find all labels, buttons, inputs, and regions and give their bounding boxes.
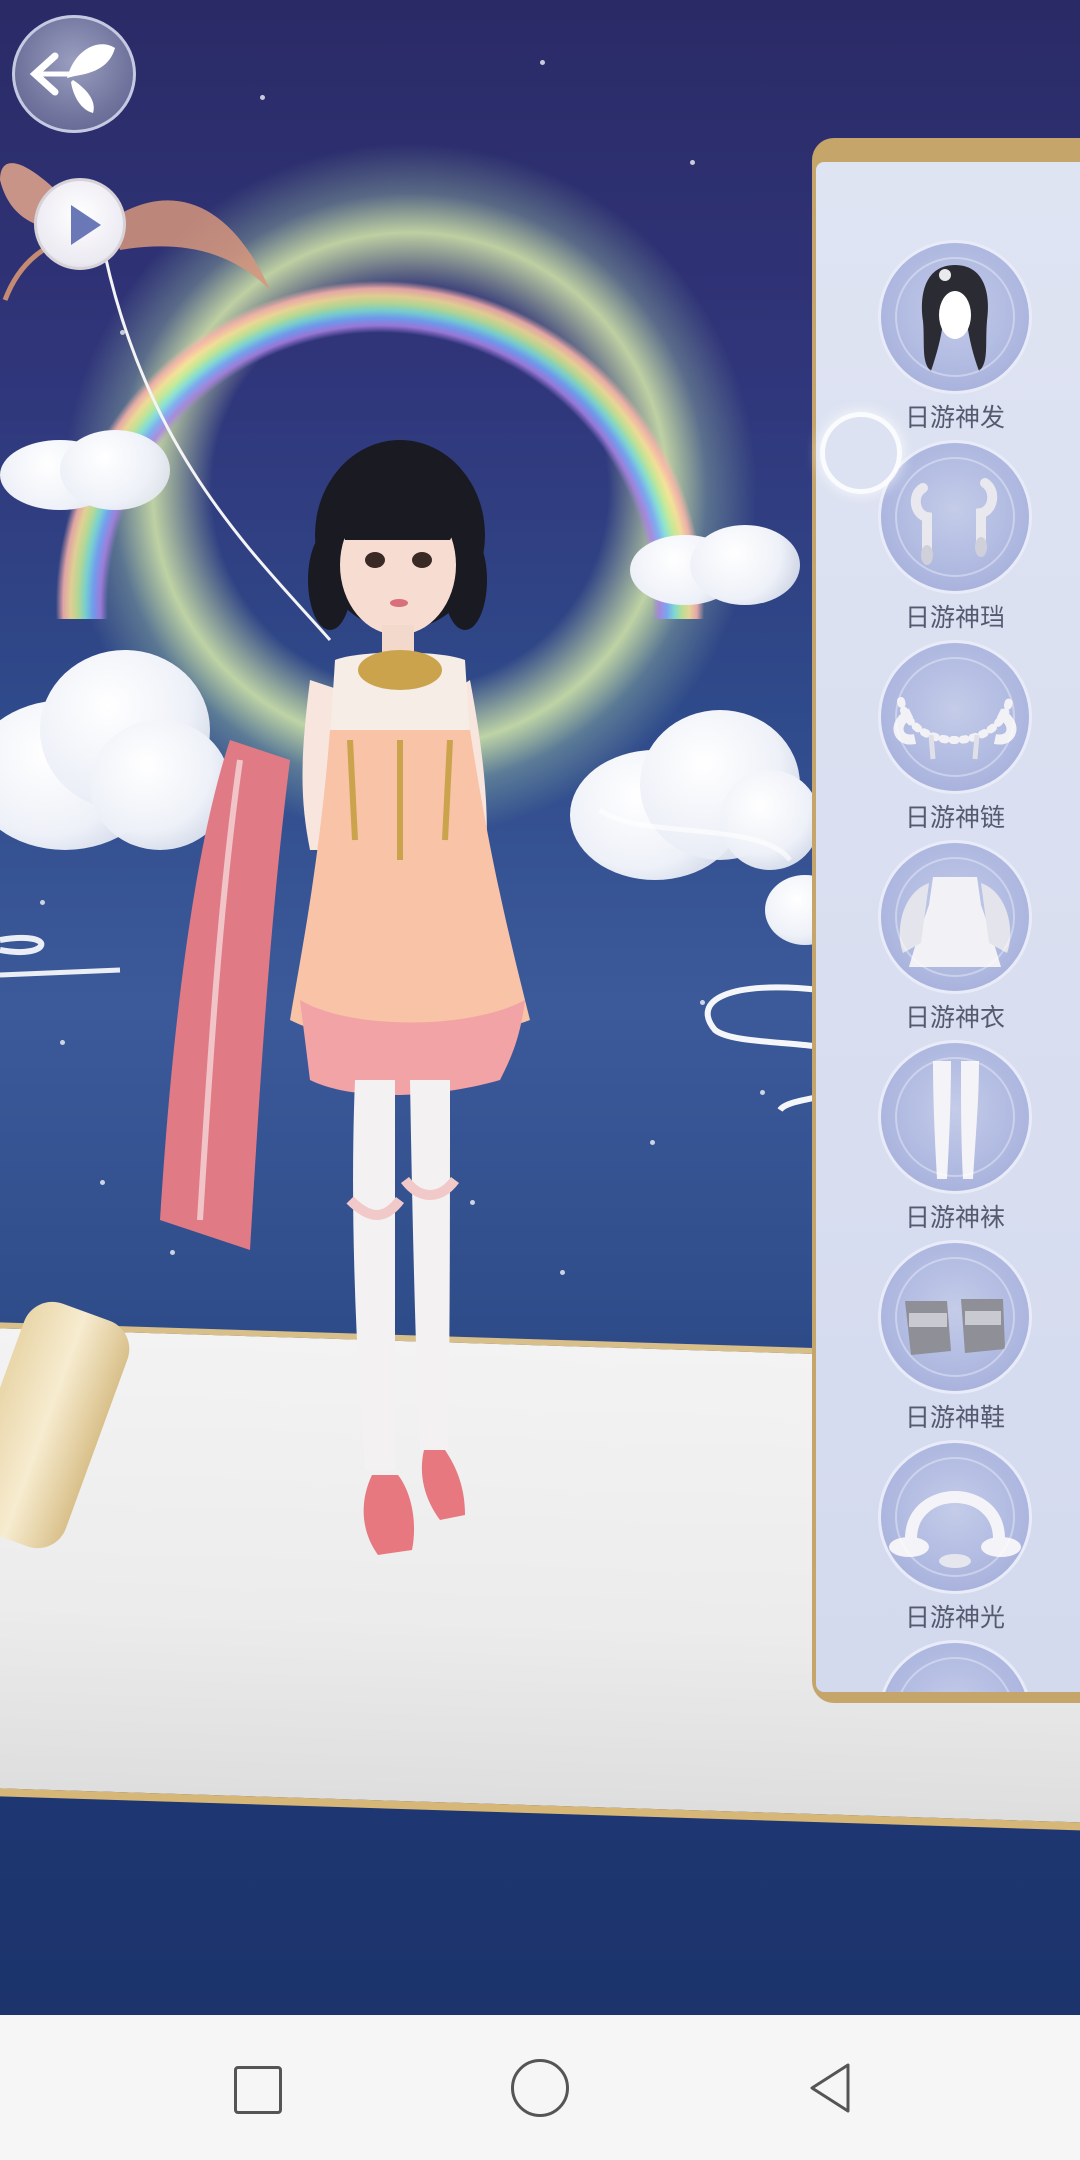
earrings-icon xyxy=(878,440,1032,594)
circle-icon xyxy=(511,2059,569,2117)
triangle-back-icon xyxy=(810,2063,850,2113)
halo-effect-icon xyxy=(878,1440,1032,1594)
item-label: 日游神链 xyxy=(904,803,1005,832)
dress-icon xyxy=(878,840,1032,994)
system-nav-bar xyxy=(0,2015,1080,2160)
item-shoes[interactable]: 日游神鞋 xyxy=(816,1240,1080,1440)
item-label: 日游神衣 xyxy=(904,1003,1005,1032)
home-button[interactable] xyxy=(509,2057,571,2119)
back-nav-button[interactable] xyxy=(800,2057,862,2119)
item-dress[interactable]: 日游神衣 xyxy=(816,840,1080,1040)
item-more-icon xyxy=(878,1640,1032,1692)
stockings-icon xyxy=(878,1040,1032,1194)
shoes-icon xyxy=(878,1240,1032,1394)
butterfly-back-icon xyxy=(29,44,115,113)
item-label: 日游神光 xyxy=(904,1603,1005,1632)
item-label: 日游神鞋 xyxy=(904,1403,1005,1432)
item-halo-effect[interactable]: 日游神光 xyxy=(816,1440,1080,1640)
necklace-icon xyxy=(878,640,1032,794)
play-button[interactable] xyxy=(34,178,126,270)
item-partial[interactable] xyxy=(816,1640,1080,1692)
character-avatar xyxy=(160,440,530,1555)
item-label: 日游神袜 xyxy=(904,1203,1005,1232)
play-icon xyxy=(71,205,101,245)
item-necklace[interactable]: 日游神链 xyxy=(816,640,1080,840)
square-icon xyxy=(234,2066,282,2114)
item-stockings[interactable]: 日游神袜 xyxy=(816,1040,1080,1240)
outfit-item-panel[interactable]: 日游神发 日游神珰 日游神链 日游神衣 日游神袜 日游神鞋 日游神光 xyxy=(816,162,1080,1692)
item-label: 日游神珰 xyxy=(904,603,1005,632)
item-hair[interactable]: 日游神发 xyxy=(816,240,1080,440)
selection-sparkle xyxy=(820,412,902,494)
recents-button[interactable] xyxy=(225,2057,287,2119)
back-button[interactable] xyxy=(12,15,136,133)
hair-icon xyxy=(878,240,1032,394)
